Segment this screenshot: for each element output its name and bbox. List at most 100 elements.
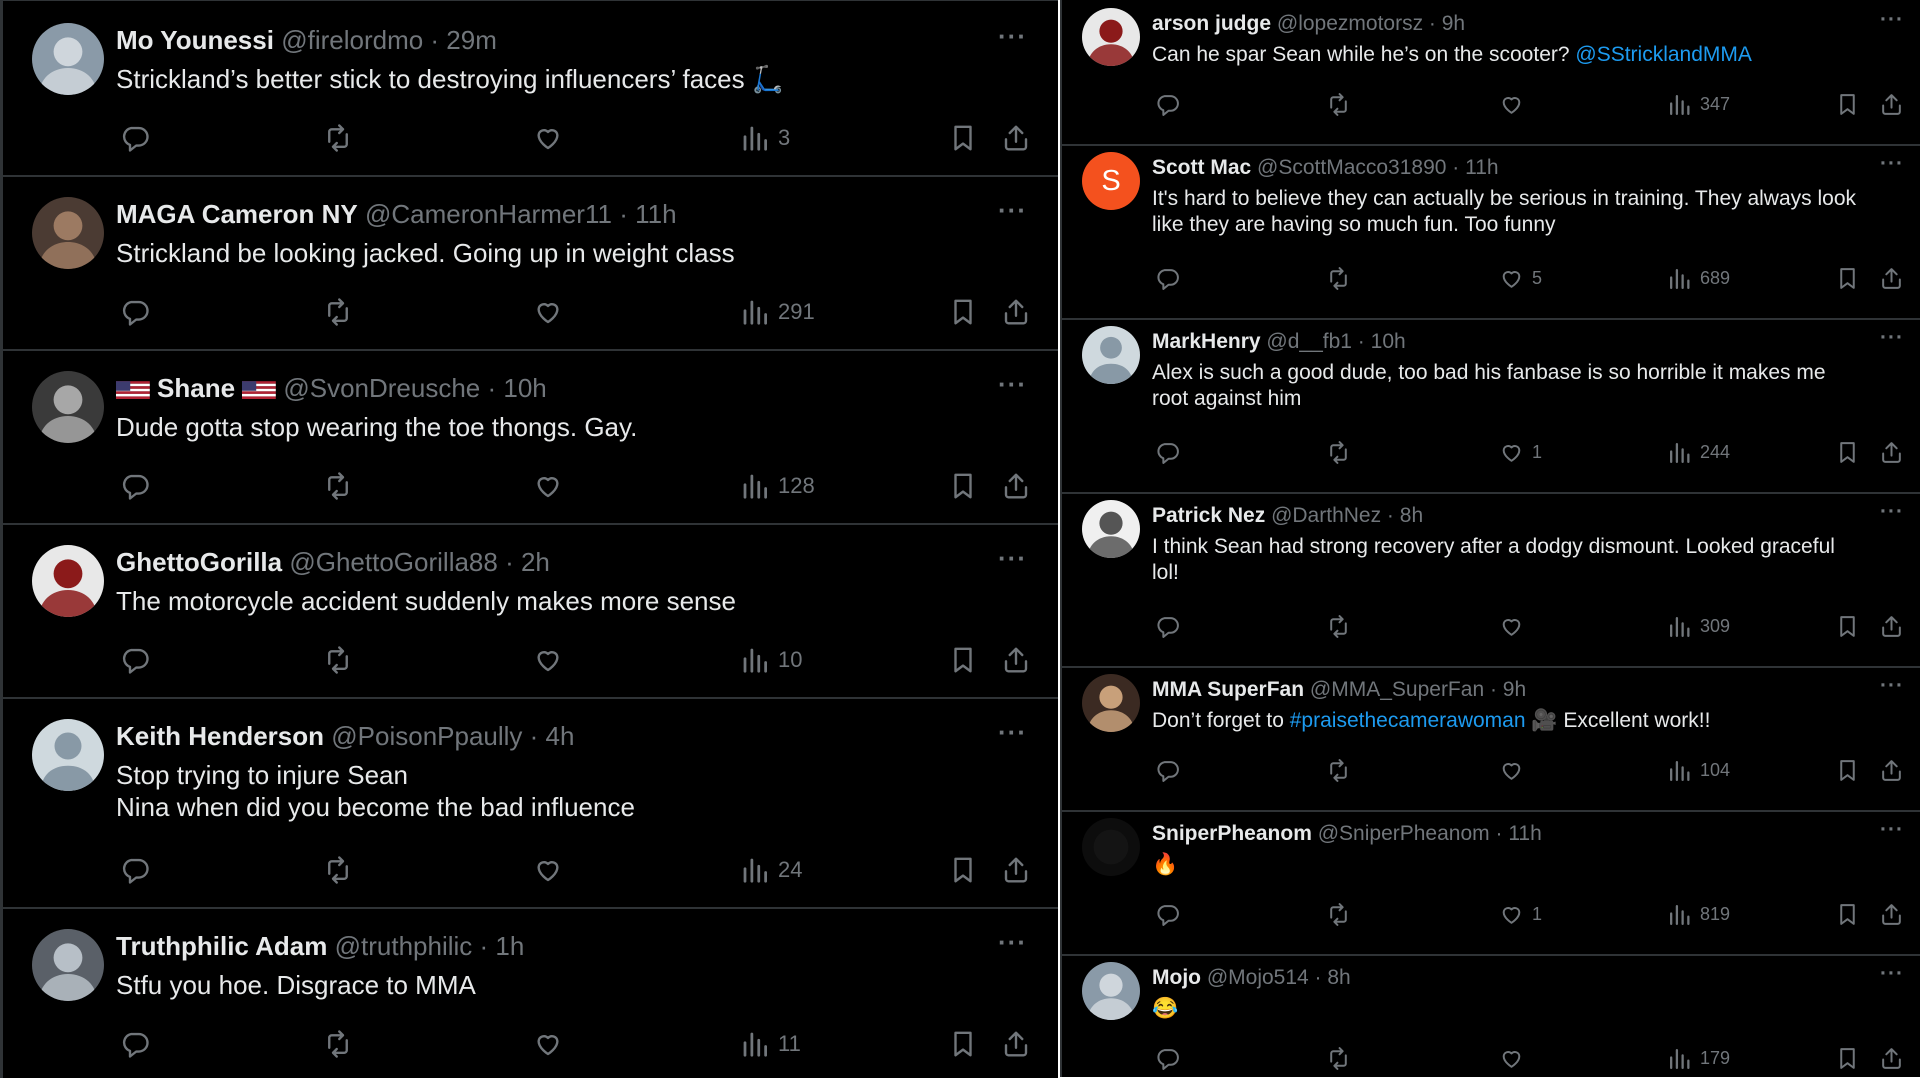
bookmark-button[interactable] [1835, 758, 1860, 783]
timestamp[interactable]: 29m [446, 25, 497, 55]
reply-button[interactable] [1155, 1046, 1180, 1071]
display-name[interactable]: Shane [157, 373, 235, 403]
views-button[interactable]: 3 [740, 123, 790, 153]
display-name[interactable]: MMA SuperFan [1152, 678, 1304, 701]
display-name[interactable]: Mo Younessi [116, 25, 274, 55]
share-button[interactable] [1001, 471, 1031, 501]
reply-button[interactable] [120, 297, 150, 327]
avatar[interactable] [32, 719, 104, 791]
like-button[interactable] [1499, 92, 1524, 117]
repost-button[interactable] [323, 471, 353, 501]
share-button[interactable] [1879, 440, 1904, 465]
more-icon[interactable]: ··· [998, 21, 1027, 52]
display-name[interactable]: GhettoGorilla [116, 547, 282, 577]
timestamp[interactable]: 10h [503, 373, 546, 403]
timestamp[interactable]: 8h [1400, 504, 1423, 527]
share-button[interactable] [1001, 297, 1031, 327]
bookmark-button[interactable] [948, 645, 978, 675]
repost-button[interactable] [1326, 92, 1351, 117]
views-button[interactable]: 179 [1667, 1046, 1730, 1071]
avatar[interactable] [32, 197, 104, 269]
repost-button[interactable] [323, 1029, 353, 1059]
more-icon[interactable]: ··· [1880, 818, 1904, 842]
like-button[interactable] [533, 855, 563, 885]
timestamp[interactable]: 11h [1465, 156, 1498, 179]
bookmark-button[interactable] [1835, 902, 1860, 927]
views-button[interactable]: 104 [1667, 758, 1730, 783]
share-button[interactable] [1879, 1046, 1904, 1071]
like-button[interactable] [533, 297, 563, 327]
avatar[interactable] [1082, 326, 1140, 384]
more-icon[interactable]: ··· [1880, 962, 1904, 986]
display-name[interactable]: MarkHenry [1152, 330, 1261, 353]
avatar[interactable] [32, 23, 104, 95]
repost-button[interactable] [323, 297, 353, 327]
avatar[interactable] [1082, 818, 1140, 876]
user-handle[interactable]: @Mojo514 [1207, 966, 1309, 989]
bookmark-button[interactable] [948, 471, 978, 501]
display-name[interactable]: arson judge [1152, 12, 1271, 35]
avatar[interactable] [1082, 962, 1140, 1020]
bookmark-button[interactable] [1835, 1046, 1860, 1071]
avatar[interactable] [1082, 8, 1140, 66]
timestamp[interactable]: 11h [1508, 822, 1541, 845]
views-button[interactable]: 291 [740, 297, 815, 327]
bookmark-button[interactable] [948, 855, 978, 885]
avatar[interactable] [1082, 500, 1140, 558]
more-icon[interactable]: ··· [998, 717, 1027, 748]
reply-button[interactable] [120, 123, 150, 153]
repost-button[interactable] [323, 645, 353, 675]
reply-button[interactable] [1155, 440, 1180, 465]
reply-button[interactable] [1155, 92, 1180, 117]
display-name[interactable]: Truthphilic Adam [116, 931, 327, 961]
share-button[interactable] [1001, 123, 1031, 153]
views-button[interactable]: 689 [1667, 266, 1730, 291]
repost-button[interactable] [1326, 758, 1351, 783]
timestamp[interactable]: 10h [1371, 330, 1406, 353]
like-button[interactable] [533, 123, 563, 153]
views-button[interactable]: 11 [740, 1029, 801, 1059]
views-button[interactable]: 244 [1667, 440, 1730, 465]
like-button[interactable]: 1 [1499, 902, 1542, 927]
more-icon[interactable]: ··· [998, 543, 1027, 574]
user-handle[interactable]: @lopezmotorsz [1277, 12, 1423, 35]
reply-button[interactable] [1155, 902, 1180, 927]
display-name[interactable]: Patrick Nez [1152, 504, 1265, 527]
user-handle[interactable]: @SvonDreusche [283, 373, 480, 403]
views-button[interactable]: 309 [1667, 614, 1730, 639]
share-button[interactable] [1001, 855, 1031, 885]
timestamp[interactable]: 8h [1327, 966, 1350, 989]
reply-button[interactable] [1155, 614, 1180, 639]
user-handle[interactable]: @d__fb1 [1266, 330, 1352, 353]
share-button[interactable] [1001, 1029, 1031, 1059]
like-button[interactable]: 5 [1499, 266, 1542, 291]
timestamp[interactable]: 9h [1503, 678, 1526, 701]
views-button[interactable]: 128 [740, 471, 815, 501]
bookmark-button[interactable] [948, 1029, 978, 1059]
hashtag-link[interactable]: #praisethecamerawoman [1290, 709, 1526, 732]
user-handle[interactable]: @SniperPheanom [1318, 822, 1490, 845]
timestamp[interactable]: 2h [521, 547, 550, 577]
display-name[interactable]: Keith Henderson [116, 721, 324, 751]
share-button[interactable] [1879, 92, 1904, 117]
timestamp[interactable]: 4h [546, 721, 575, 751]
user-handle[interactable]: @ScottMacco31890 [1257, 156, 1446, 179]
reply-button[interactable] [120, 645, 150, 675]
more-icon[interactable]: ··· [1880, 8, 1904, 32]
share-button[interactable] [1879, 266, 1904, 291]
more-icon[interactable]: ··· [998, 195, 1027, 226]
like-button[interactable]: 1 [1499, 440, 1542, 465]
repost-button[interactable] [323, 123, 353, 153]
timestamp[interactable]: 9h [1442, 12, 1465, 35]
views-button[interactable]: 819 [1667, 902, 1730, 927]
display-name[interactable]: SniperPheanom [1152, 822, 1312, 845]
bookmark-button[interactable] [948, 297, 978, 327]
views-button[interactable]: 347 [1667, 92, 1730, 117]
like-button[interactable] [533, 1029, 563, 1059]
repost-button[interactable] [323, 855, 353, 885]
user-handle[interactable]: @PoisonPpaully [331, 721, 522, 751]
more-icon[interactable]: ··· [1880, 674, 1904, 698]
bookmark-button[interactable] [1835, 614, 1860, 639]
share-button[interactable] [1879, 614, 1904, 639]
avatar[interactable] [32, 371, 104, 443]
